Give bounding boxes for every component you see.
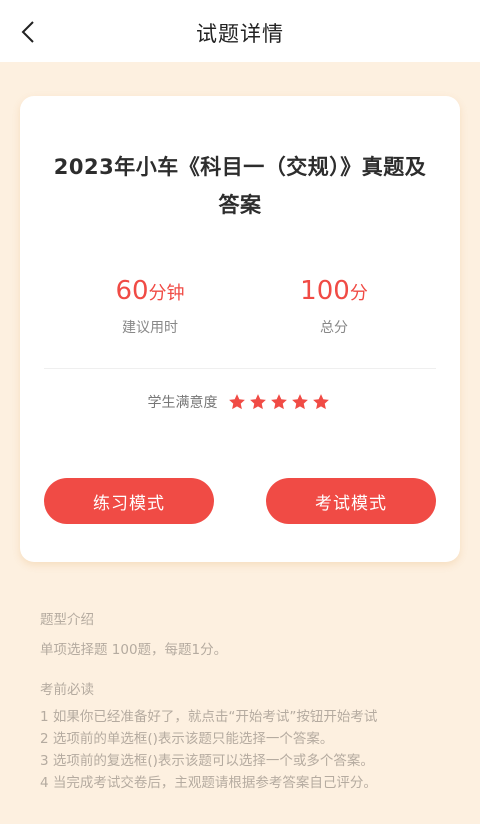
duration-label: 建议用时 (122, 320, 178, 336)
intro-text: 单项选择题 100题，每题1分。 (40, 642, 228, 658)
notes-title: 考前必读 (40, 682, 94, 698)
satisfaction-label: 学生满意度 (147, 395, 218, 411)
star-icon (249, 394, 266, 410)
score-label: 总分 (320, 320, 348, 336)
page-title: 试题详情 (196, 22, 284, 46)
duration-stat: 60分钟 建议用时 (70, 274, 230, 337)
app-header: 试题详情 (0, 0, 480, 62)
duration-unit: 分钟 (148, 283, 185, 304)
star-icon (291, 394, 308, 410)
intro-title: 题型介绍 (40, 612, 94, 628)
score-stat: 100分 总分 (254, 274, 414, 337)
duration-value-group: 60分钟 (70, 274, 230, 311)
star-icon (312, 394, 329, 410)
satisfaction-row: 学生满意度 (20, 392, 460, 412)
score-value: 100 (300, 276, 350, 306)
exam-card: 2023年小车《科目一（交规）》真题及答案 60分钟 建议用时 100分 总分 … (20, 96, 460, 562)
divider (44, 368, 436, 369)
note-line: 1 如果你已经准备好了，就点击“开始考试”按钮开始考试 (40, 709, 378, 725)
rating-stars (228, 393, 333, 411)
score-unit: 分 (349, 283, 368, 304)
note-line: 3 选项前的复选框()表示该题可以选择一个或多个答案。 (40, 753, 374, 769)
note-line: 2 选项前的单选框()表示该题只能选择一个答案。 (40, 731, 334, 747)
duration-value: 60 (115, 276, 149, 306)
star-icon (228, 394, 245, 410)
exam-info: 题型介绍 单项选择题 100题，每题1分。 考前必读 1 如果你已经准备好了，就… (40, 610, 450, 794)
notes-section: 考前必读 1 如果你已经准备好了，就点击“开始考试”按钮开始考试 2 选项前的单… (40, 680, 450, 794)
exam-mode-button[interactable]: 考试模式 (266, 478, 436, 524)
note-line: 4 当完成考试交卷后，主观题请根据参考答案自己评分。 (40, 775, 377, 791)
score-value-group: 100分 (254, 274, 414, 311)
star-icon (270, 394, 287, 410)
practice-mode-button[interactable]: 练习模式 (44, 478, 214, 524)
exam-title: 2023年小车《科目一（交规）》真题及答案 (53, 155, 427, 217)
